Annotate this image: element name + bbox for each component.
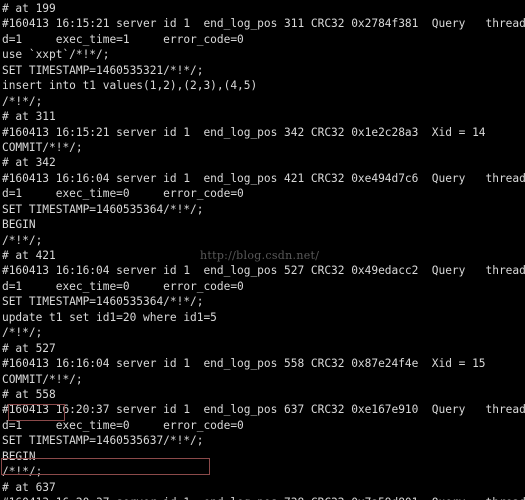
terminal-line: SET TIMESTAMP=1460535321/*!*/; — [2, 63, 204, 77]
terminal-line: BEGIN — [2, 218, 36, 232]
terminal-line: # at 558 — [2, 387, 56, 401]
terminal-line: # at 199 — [2, 2, 56, 15]
terminal-line: insert into t1 values(1,2),(2,3),(4,5) — [2, 79, 258, 93]
terminal-line: # at 342 — [2, 156, 56, 170]
terminal-line: /*!*/; — [2, 465, 43, 479]
csdn-watermark: http://blog.csdn.net/ — [200, 249, 320, 262]
terminal-line: # at 311 — [2, 110, 56, 124]
terminal-line: d=1 exec_time=0 error_code=0 — [2, 187, 244, 201]
terminal-line: BEGIN — [2, 449, 36, 463]
terminal-line: d=1 exec_time=1 error_code=0 — [2, 32, 244, 46]
binlog-terminal-output: # at 199 #160413 16:15:21 server id 1 end… — [0, 0, 525, 500]
terminal-line: COMMIT/*!*/; — [2, 140, 83, 154]
terminal-line: /*!*/; — [2, 326, 43, 340]
terminal-line: SET TIMESTAMP=1460535364/*!*/; — [2, 295, 204, 309]
terminal-line: update t1 set id1=20 where id1=5 — [2, 310, 217, 324]
terminal-line: /*!*/; — [2, 233, 43, 247]
terminal-line: #160413 16:16:04 server id 1 end_log_pos… — [2, 357, 486, 371]
terminal-line: d=1 exec_time=0 error_code=0 — [2, 418, 244, 432]
terminal-line: # at 637 — [2, 480, 56, 494]
terminal-line: #160413 16:20:37 server id 1 end_log_pos… — [2, 495, 525, 500]
terminal-line: SET TIMESTAMP=1460535364/*!*/; — [2, 202, 204, 216]
terminal-line: /*!*/; — [2, 94, 43, 108]
terminal-line: # at 527 — [2, 341, 56, 355]
terminal-line: COMMIT/*!*/; — [2, 372, 83, 386]
terminal-line: d=1 exec_time=0 error_code=0 — [2, 279, 244, 293]
terminal-line: #160413 16:15:21 server id 1 end_log_pos… — [2, 17, 525, 31]
terminal-line: SET TIMESTAMP=1460535637/*!*/; — [2, 434, 204, 448]
terminal-line: #160413 16:20:37 server id 1 end_log_pos… — [2, 403, 525, 417]
terminal-line: use `xxpt`/*!*/; — [2, 48, 110, 62]
terminal-line: #160413 16:15:21 server id 1 end_log_pos… — [2, 125, 486, 139]
terminal-line: #160413 16:16:04 server id 1 end_log_pos… — [2, 171, 525, 185]
terminal-line: #160413 16:16:04 server id 1 end_log_pos… — [2, 264, 525, 278]
